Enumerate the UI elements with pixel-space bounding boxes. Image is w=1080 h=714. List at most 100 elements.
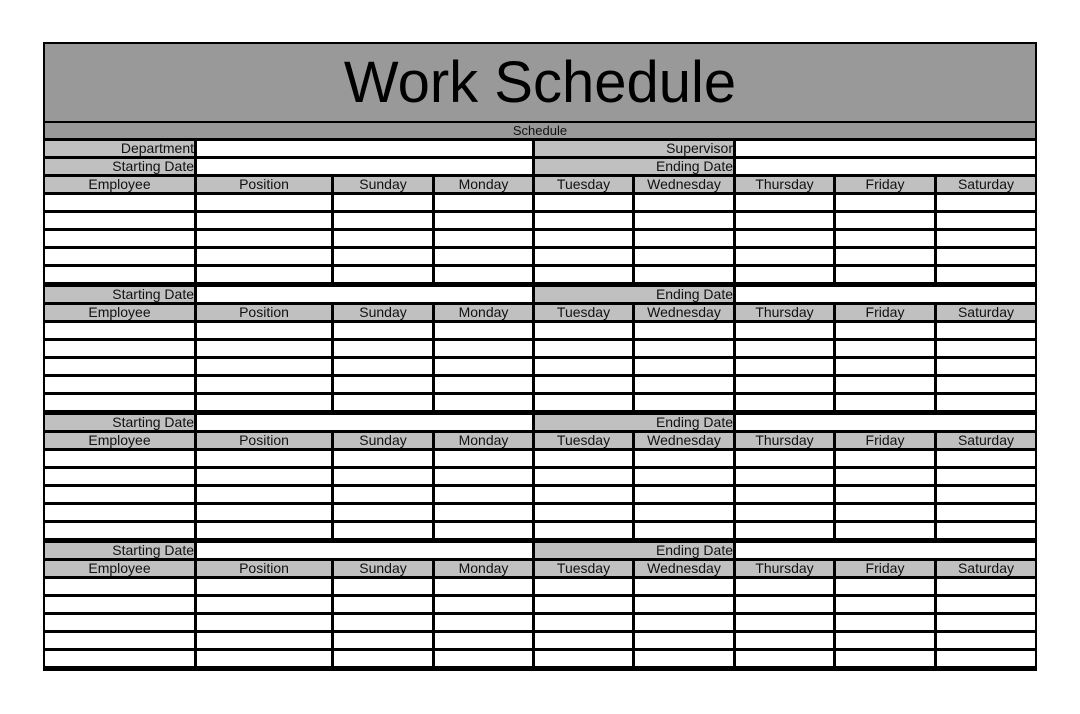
schedule-cell-monday[interactable] (435, 341, 532, 356)
schedule-cell-sunday[interactable] (334, 487, 432, 502)
schedule-cell-monday[interactable] (435, 505, 532, 520)
schedule-cell-position[interactable] (197, 359, 331, 374)
schedule-cell-friday[interactable] (836, 523, 934, 538)
schedule-cell-saturday[interactable] (937, 377, 1035, 392)
schedule-cell-position[interactable] (197, 341, 331, 356)
schedule-cell-wednesday[interactable] (635, 267, 733, 282)
schedule-cell-employee[interactable] (45, 359, 194, 374)
schedule-cell-friday[interactable] (836, 267, 934, 282)
schedule-cell-position[interactable] (197, 323, 331, 338)
schedule-cell-saturday[interactable] (937, 249, 1035, 264)
schedule-cell-employee[interactable] (45, 597, 194, 612)
schedule-cell-saturday[interactable] (937, 395, 1035, 410)
starting-date-field[interactable] (197, 287, 532, 302)
schedule-cell-friday[interactable] (836, 377, 934, 392)
schedule-cell-saturday[interactable] (937, 597, 1035, 612)
schedule-cell-thursday[interactable] (736, 213, 833, 228)
schedule-cell-friday[interactable] (836, 451, 934, 466)
schedule-cell-friday[interactable] (836, 469, 934, 484)
schedule-cell-sunday[interactable] (334, 579, 432, 594)
schedule-cell-thursday[interactable] (736, 487, 833, 502)
schedule-cell-thursday[interactable] (736, 651, 833, 666)
schedule-cell-sunday[interactable] (334, 323, 432, 338)
schedule-cell-monday[interactable] (435, 213, 532, 228)
schedule-cell-tuesday[interactable] (535, 469, 632, 484)
schedule-cell-tuesday[interactable] (535, 341, 632, 356)
schedule-cell-saturday[interactable] (937, 487, 1035, 502)
schedule-cell-saturday[interactable] (937, 213, 1035, 228)
schedule-cell-friday[interactable] (836, 359, 934, 374)
schedule-cell-thursday[interactable] (736, 323, 833, 338)
schedule-cell-friday[interactable] (836, 323, 934, 338)
schedule-cell-thursday[interactable] (736, 505, 833, 520)
schedule-cell-wednesday[interactable] (635, 523, 733, 538)
schedule-cell-saturday[interactable] (937, 231, 1035, 246)
schedule-cell-friday[interactable] (836, 505, 934, 520)
schedule-cell-thursday[interactable] (736, 523, 833, 538)
schedule-cell-wednesday[interactable] (635, 469, 733, 484)
schedule-cell-wednesday[interactable] (635, 341, 733, 356)
schedule-cell-position[interactable] (197, 633, 331, 648)
schedule-cell-employee[interactable] (45, 523, 194, 538)
schedule-cell-employee[interactable] (45, 249, 194, 264)
schedule-cell-position[interactable] (197, 213, 331, 228)
schedule-cell-monday[interactable] (435, 359, 532, 374)
schedule-cell-employee[interactable] (45, 469, 194, 484)
schedule-cell-tuesday[interactable] (535, 231, 632, 246)
schedule-cell-monday[interactable] (435, 195, 532, 210)
schedule-cell-monday[interactable] (435, 323, 532, 338)
schedule-cell-sunday[interactable] (334, 633, 432, 648)
schedule-cell-friday[interactable] (836, 651, 934, 666)
schedule-cell-employee[interactable] (45, 505, 194, 520)
schedule-cell-wednesday[interactable] (635, 195, 733, 210)
schedule-cell-saturday[interactable] (937, 579, 1035, 594)
schedule-cell-tuesday[interactable] (535, 267, 632, 282)
schedule-cell-wednesday[interactable] (635, 615, 733, 630)
schedule-cell-wednesday[interactable] (635, 487, 733, 502)
schedule-cell-tuesday[interactable] (535, 395, 632, 410)
ending-date-field[interactable] (736, 159, 1035, 174)
schedule-cell-tuesday[interactable] (535, 195, 632, 210)
schedule-cell-wednesday[interactable] (635, 377, 733, 392)
schedule-cell-employee[interactable] (45, 213, 194, 228)
schedule-cell-friday[interactable] (836, 341, 934, 356)
schedule-cell-saturday[interactable] (937, 651, 1035, 666)
schedule-cell-monday[interactable] (435, 523, 532, 538)
schedule-cell-sunday[interactable] (334, 523, 432, 538)
schedule-cell-sunday[interactable] (334, 615, 432, 630)
schedule-cell-employee[interactable] (45, 395, 194, 410)
schedule-cell-thursday[interactable] (736, 451, 833, 466)
schedule-cell-monday[interactable] (435, 651, 532, 666)
schedule-cell-wednesday[interactable] (635, 323, 733, 338)
schedule-cell-position[interactable] (197, 523, 331, 538)
schedule-cell-tuesday[interactable] (535, 487, 632, 502)
schedule-cell-employee[interactable] (45, 377, 194, 392)
schedule-cell-sunday[interactable] (334, 377, 432, 392)
schedule-cell-saturday[interactable] (937, 195, 1035, 210)
schedule-cell-sunday[interactable] (334, 359, 432, 374)
schedule-cell-sunday[interactable] (334, 451, 432, 466)
schedule-cell-tuesday[interactable] (535, 451, 632, 466)
schedule-cell-tuesday[interactable] (535, 579, 632, 594)
schedule-cell-monday[interactable] (435, 231, 532, 246)
schedule-cell-employee[interactable] (45, 651, 194, 666)
schedule-cell-sunday[interactable] (334, 249, 432, 264)
schedule-cell-tuesday[interactable] (535, 249, 632, 264)
schedule-cell-saturday[interactable] (937, 267, 1035, 282)
schedule-cell-monday[interactable] (435, 377, 532, 392)
schedule-cell-thursday[interactable] (736, 579, 833, 594)
ending-date-field[interactable] (736, 543, 1035, 558)
schedule-cell-tuesday[interactable] (535, 505, 632, 520)
starting-date-field[interactable] (197, 159, 532, 174)
schedule-cell-monday[interactable] (435, 615, 532, 630)
schedule-cell-position[interactable] (197, 615, 331, 630)
schedule-cell-position[interactable] (197, 505, 331, 520)
schedule-cell-position[interactable] (197, 395, 331, 410)
schedule-cell-tuesday[interactable] (535, 651, 632, 666)
schedule-cell-saturday[interactable] (937, 323, 1035, 338)
schedule-cell-saturday[interactable] (937, 341, 1035, 356)
schedule-cell-thursday[interactable] (736, 597, 833, 612)
schedule-cell-thursday[interactable] (736, 267, 833, 282)
schedule-cell-friday[interactable] (836, 231, 934, 246)
schedule-cell-wednesday[interactable] (635, 249, 733, 264)
